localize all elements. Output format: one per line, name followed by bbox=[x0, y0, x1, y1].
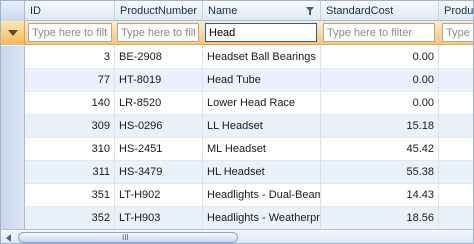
scrollbar-thumb[interactable]: III bbox=[18, 232, 238, 243]
row-header[interactable] bbox=[1, 69, 25, 92]
cell-product-more[interactable] bbox=[439, 184, 473, 207]
filter-cell-product bbox=[442, 23, 473, 42]
cell-id[interactable]: 309 bbox=[25, 115, 115, 138]
row-header[interactable] bbox=[1, 46, 25, 69]
header-row: ID ProductNumber Name StandardCost Produ… bbox=[1, 1, 474, 21]
cell-id[interactable]: 140 bbox=[25, 92, 115, 115]
cell-id[interactable]: 310 bbox=[25, 138, 115, 161]
cell-name[interactable]: HL Headset bbox=[203, 161, 321, 184]
cell-id[interactable]: 352 bbox=[25, 207, 115, 230]
table-row[interactable]: 309 HS-0296 LL Headset 15.18 bbox=[1, 115, 473, 138]
table-row[interactable]: 352LT-H903Headlights - Weatherproof18.56 bbox=[1, 207, 473, 230]
cell-product-number[interactable]: HS-3479 bbox=[115, 161, 203, 184]
cell-standard-cost[interactable]: 14.43 bbox=[321, 184, 439, 207]
column-header-label: ProductNumber bbox=[120, 5, 198, 17]
column-header-label: Name bbox=[208, 5, 238, 17]
horizontal-scrollbar[interactable]: III bbox=[1, 229, 473, 243]
cell-name[interactable]: Headlights - Dual-Beam bbox=[203, 184, 321, 207]
row-header[interactable] bbox=[1, 138, 25, 161]
row-header[interactable] bbox=[1, 161, 25, 184]
cell-product-more[interactable] bbox=[439, 115, 473, 138]
filter-cell-id bbox=[28, 23, 112, 42]
cell-name[interactable]: Headset Ball Bearings bbox=[203, 46, 321, 69]
cell-product-number[interactable]: HS-0296 bbox=[115, 115, 203, 138]
column-header-product[interactable]: Product bbox=[439, 1, 474, 21]
cell-name[interactable]: Head Tube bbox=[203, 69, 321, 92]
scrollbar-grip: III bbox=[122, 233, 129, 242]
column-header-product-number[interactable]: ProductNumber bbox=[115, 1, 203, 21]
cell-id[interactable]: 311 bbox=[25, 161, 115, 184]
filter-input-id[interactable] bbox=[28, 23, 112, 42]
filter-input-standard-cost[interactable] bbox=[323, 23, 435, 42]
cell-name[interactable]: ML Headset bbox=[203, 138, 321, 161]
table-row[interactable]: 140 LR-8520 Lower Head Race 0.00 bbox=[1, 92, 473, 115]
table-row[interactable]: 351 LT-H902 Headlights - Dual-Beam 14.43 bbox=[1, 184, 473, 207]
row-header[interactable] bbox=[1, 207, 25, 230]
column-header-label: ID bbox=[30, 5, 41, 17]
filter-cell-standard-cost bbox=[323, 23, 435, 42]
cell-product-number[interactable]: LR-8520 bbox=[115, 92, 203, 115]
filter-cell-product-number bbox=[117, 23, 199, 42]
cell-id[interactable]: 77 bbox=[25, 69, 115, 92]
row-header[interactable] bbox=[1, 92, 25, 115]
scroll-left-button[interactable] bbox=[2, 231, 17, 243]
cell-name[interactable]: Lower Head Race bbox=[203, 92, 321, 115]
table-row[interactable]: 311 HS-3479 HL Headset 55.38 bbox=[1, 161, 473, 184]
column-header-label: Product bbox=[444, 5, 474, 17]
cell-standard-cost[interactable]: 55.38 bbox=[321, 161, 439, 184]
cell-product-more[interactable] bbox=[439, 92, 473, 115]
cell-product-more[interactable] bbox=[439, 46, 473, 69]
cell-standard-cost[interactable]: 15.18 bbox=[321, 115, 439, 138]
filter-cell-name bbox=[205, 23, 317, 42]
cell-standard-cost[interactable]: 0.00 bbox=[321, 46, 439, 69]
row-header[interactable] bbox=[1, 184, 25, 207]
cell-product-more[interactable] bbox=[439, 138, 473, 161]
column-header-id[interactable]: ID bbox=[25, 1, 115, 21]
cell-standard-cost[interactable]: 0.00 bbox=[321, 92, 439, 115]
column-header-name[interactable]: Name bbox=[203, 1, 321, 21]
table-row[interactable]: 77 HT-8019 Head Tube 0.00 bbox=[1, 69, 473, 92]
cell-product-number[interactable]: HT-8019 bbox=[115, 69, 203, 92]
filter-funnel-icon bbox=[306, 7, 314, 15]
cell-product-more[interactable] bbox=[439, 69, 473, 92]
filter-row-corner[interactable] bbox=[1, 21, 25, 45]
cell-id[interactable]: 3 bbox=[25, 46, 115, 69]
cell-id[interactable]: 351 bbox=[25, 184, 115, 207]
cell-product-more[interactable] bbox=[439, 207, 473, 230]
filter-row bbox=[1, 21, 473, 45]
filter-funnel-icon bbox=[8, 30, 18, 36]
cell-standard-cost[interactable]: 45.42 bbox=[321, 138, 439, 161]
cell-name[interactable]: Headlights - Weatherproof bbox=[203, 207, 321, 230]
cell-standard-cost[interactable]: 18.56 bbox=[321, 207, 439, 230]
cell-product-number[interactable]: LT-H902 bbox=[115, 184, 203, 207]
column-header-label: StandardCost bbox=[326, 5, 394, 17]
filter-input-name[interactable] bbox=[205, 23, 317, 42]
filter-input-product-number[interactable] bbox=[117, 23, 199, 42]
cell-product-number[interactable]: LT-H903 bbox=[115, 207, 203, 230]
cell-standard-cost[interactable]: 0.00 bbox=[321, 69, 439, 92]
row-header[interactable] bbox=[1, 115, 25, 138]
column-header-standard-cost[interactable]: StandardCost bbox=[321, 1, 439, 21]
table-row[interactable]: 3 BE-2908 Headset Ball Bearings 0.00 bbox=[1, 46, 473, 69]
filter-input-product[interactable] bbox=[442, 23, 473, 42]
cell-product-number[interactable]: HS-2451 bbox=[115, 138, 203, 161]
data-grid: ID ProductNumber Name StandardCost Produ… bbox=[0, 0, 474, 244]
table-row[interactable]: 310 HS-2451 ML Headset 45.42 bbox=[1, 138, 473, 161]
cell-product-more[interactable] bbox=[439, 161, 473, 184]
cell-name[interactable]: LL Headset bbox=[203, 115, 321, 138]
cell-product-number[interactable]: BE-2908 bbox=[115, 46, 203, 69]
header-corner[interactable] bbox=[1, 1, 25, 21]
